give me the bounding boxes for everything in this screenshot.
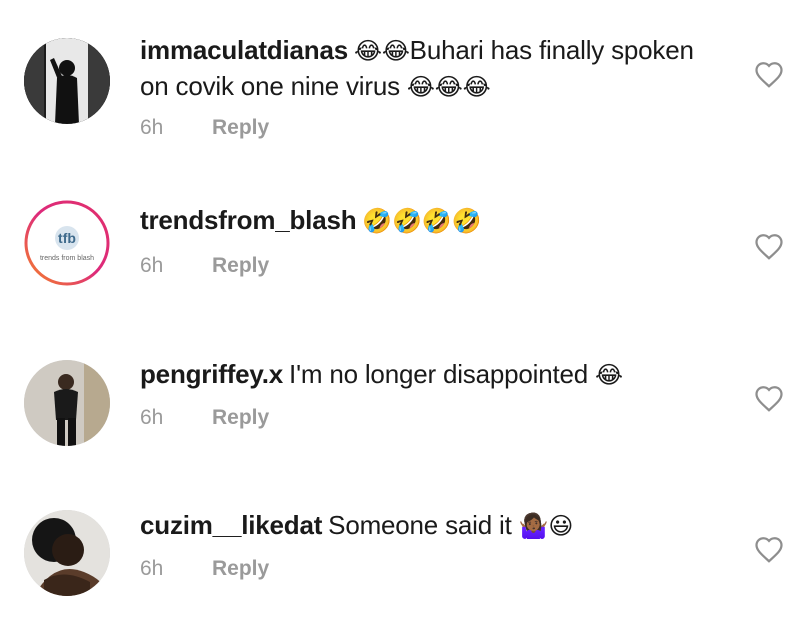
comment-time: 6h <box>140 116 164 139</box>
avatar-image <box>24 510 110 596</box>
comment-text: pengriffey.x I'm no longer disappointed 😂 <box>140 356 716 392</box>
comment-meta: 6h Reply <box>140 406 269 430</box>
avatar[interactable] <box>24 510 110 596</box>
reply-button[interactable]: Reply <box>212 254 269 277</box>
comment-text: immaculatdianas 😂😂Buhari has finally spok… <box>140 32 716 104</box>
reply-button[interactable]: Reply <box>212 406 269 429</box>
comment-time: 6h <box>140 254 164 277</box>
comment-time: 6h <box>140 406 164 429</box>
comment-meta: 6h Reply <box>140 254 269 278</box>
laughing-emoji-icon: 😂 <box>595 362 623 390</box>
avatar-logo-text: tfb <box>58 230 76 246</box>
avatar-image <box>24 38 110 124</box>
laughing-emoji-icon: 😂😂 <box>353 38 410 66</box>
comment-text: trendsfrom_blash 🤣🤣🤣🤣 <box>140 202 716 238</box>
like-heart-icon[interactable] <box>754 232 784 262</box>
comment-username[interactable]: pengriffey.x <box>140 359 283 389</box>
like-heart-icon[interactable] <box>754 60 784 90</box>
comment-meta: 6h Reply <box>140 557 269 581</box>
comment-time: 6h <box>140 557 164 580</box>
avatar-caption-text: trends from blash <box>39 255 95 262</box>
reply-button[interactable]: Reply <box>212 116 269 139</box>
comment-username[interactable]: cuzim__likedat <box>140 510 322 540</box>
like-heart-icon[interactable] <box>754 384 784 414</box>
comment-username[interactable]: trendsfrom_blash <box>140 205 357 235</box>
reply-button[interactable]: Reply <box>212 557 269 580</box>
comment-text: cuzim__likedat Someone said it 🤷🏾‍♀️😃 <box>140 507 716 543</box>
like-heart-icon[interactable] <box>754 535 784 565</box>
avatar-image <box>24 360 110 446</box>
avatar[interactable] <box>24 38 110 124</box>
shrug-smile-emoji-icon: 🤷🏾‍♀️😃 <box>518 513 574 541</box>
laughing-emoji-icon: 😂😂😂 <box>406 74 491 102</box>
avatar[interactable] <box>24 360 110 446</box>
comment-username[interactable]: immaculatdianas <box>140 35 348 65</box>
avatar[interactable]: tfb trends from blash <box>24 200 110 286</box>
comment-body: I'm no longer disappointed <box>289 359 596 389</box>
rolling-laughing-emoji-icon: 🤣🤣🤣🤣 <box>362 208 482 236</box>
comment-meta: 6h Reply <box>140 116 269 140</box>
comment-body: Someone said it <box>328 510 519 540</box>
